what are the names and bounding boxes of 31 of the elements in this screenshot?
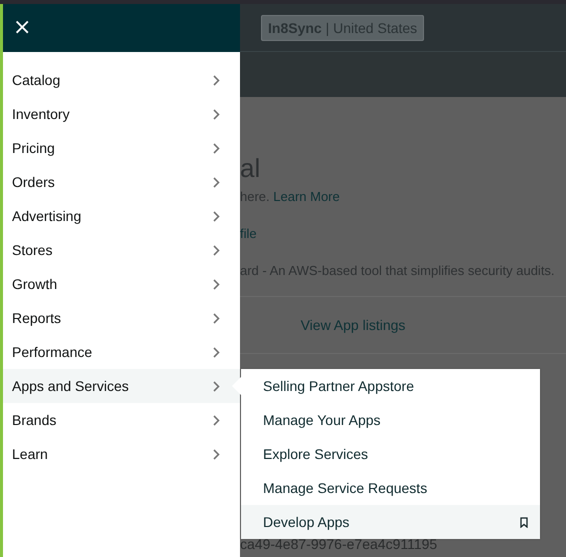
menu-item[interactable]: Apps and Services	[3, 369, 240, 403]
menu-item[interactable]: Orders	[3, 165, 240, 199]
chevron-icon	[213, 414, 220, 426]
close-button[interactable]: ×	[11, 17, 34, 39]
submenu-item[interactable]: Manage Service Requests	[241, 471, 540, 505]
menu-item[interactable]: Inventory	[3, 97, 240, 131]
menu-item[interactable]: Performance	[3, 335, 240, 369]
menu-item[interactable]: Brands	[3, 403, 240, 437]
chevron-icon	[213, 448, 220, 460]
chevron-icon	[213, 176, 220, 188]
submenu-item[interactable]: Explore Services	[241, 437, 540, 471]
menu-item[interactable]: Learn	[3, 437, 240, 471]
menu-item[interactable]: Stores	[3, 233, 240, 267]
chevron-icon	[213, 312, 220, 324]
menu-item[interactable]: Reports	[3, 301, 240, 335]
menu-item[interactable]: Growth	[3, 267, 240, 301]
submenu-item[interactable]: Selling Partner Appstore	[241, 369, 540, 403]
menu-item[interactable]: Catalog	[3, 63, 240, 97]
chevron-icon	[213, 108, 220, 120]
chevron-icon	[213, 346, 220, 358]
chevron-icon	[213, 380, 220, 392]
bookmark-icon[interactable]	[520, 516, 528, 528]
chevron-icon	[213, 278, 220, 290]
submenu-item[interactable]: Develop Apps	[241, 505, 540, 539]
chevron-icon	[213, 142, 220, 154]
menu-item[interactable]: Pricing	[3, 131, 240, 165]
menu-item[interactable]: Advertising	[3, 199, 240, 233]
chevron-icon	[213, 210, 220, 222]
chevron-icon	[213, 244, 220, 256]
chevron-icon	[213, 74, 220, 86]
submenu-item[interactable]: Manage Your Apps	[241, 403, 540, 437]
